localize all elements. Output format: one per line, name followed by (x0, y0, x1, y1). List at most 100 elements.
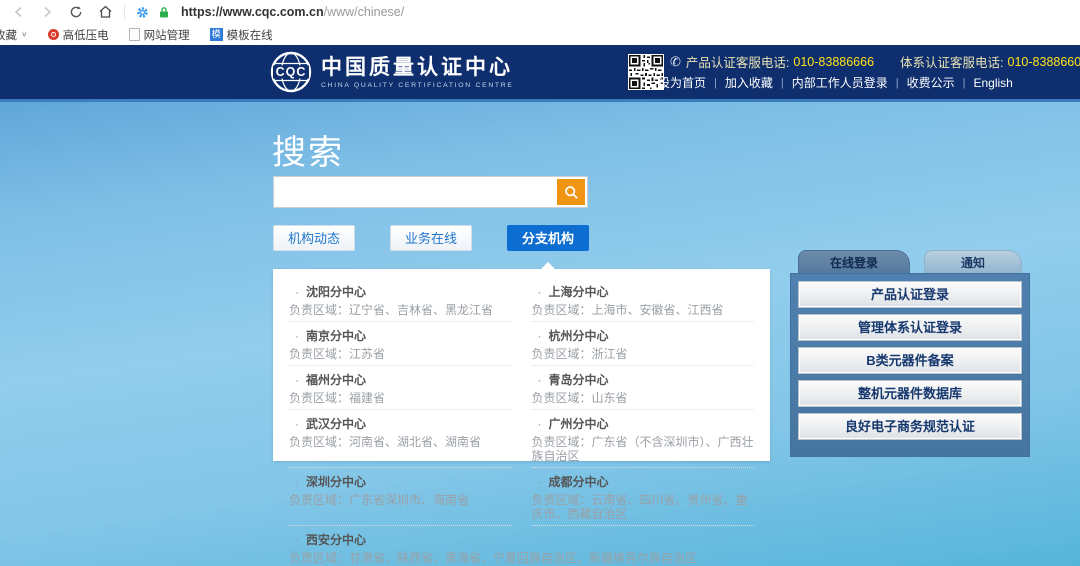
logo-text-block: 中国质量认证中心 CHINA QUALITY CERTIFICATION CEN… (321, 56, 514, 89)
header-link[interactable]: 收费公示 (907, 74, 955, 91)
chevron-down-icon: ∨ (21, 30, 28, 39)
branch-item: · 成都分中心负责区域：云南省、四川省、贵州省、重庆市、西藏自治区 (532, 468, 755, 526)
bookmark-item[interactable]: 高低压电 (48, 27, 109, 43)
branch-name-link[interactable]: 上海分中心 (549, 283, 609, 300)
branch-item: · 上海分中心负责区域：上海市、安徽省、江西省 (532, 278, 755, 322)
header-accent-band (0, 99, 1080, 102)
branch-name-link[interactable]: 沈阳分中心 (306, 283, 366, 300)
divider (124, 5, 125, 19)
branch-name-line: ·西安分中心 (289, 531, 754, 548)
branch-name-line: · 沈阳分中心 (289, 283, 512, 300)
header-link[interactable]: English (974, 76, 1013, 90)
branch-name-link[interactable]: 福州分中心 (306, 371, 366, 388)
sidebar-button[interactable]: B类元器件备案 (798, 347, 1022, 374)
branch-item: ·深圳分中心负责区域：广东省深圳市、海南省 (289, 468, 512, 526)
branch-name-link[interactable]: 武汉分中心 (306, 415, 366, 432)
bullet-icon: · (538, 475, 542, 489)
bullet-icon: · (295, 285, 299, 299)
branch-name-link[interactable]: 青岛分中心 (549, 371, 609, 388)
header-link[interactable]: 内部工作人员登录 (792, 74, 888, 91)
branch-name-link[interactable]: 深圳分中心 (306, 473, 366, 490)
sidebar-button[interactable]: 良好电子商务规范认证 (798, 413, 1022, 440)
branch-name-line: · 广州分中心 (532, 415, 755, 432)
page-icon (129, 28, 140, 41)
sidebar-tab[interactable]: 在线登录 (798, 250, 910, 273)
branch-region: 负责区域：上海市、安徽省、江西省 (532, 303, 755, 317)
sidebar-tab[interactable]: 通知 (924, 250, 1022, 273)
branch-name-line: ·深圳分中心 (289, 473, 512, 490)
bookmark-item[interactable]: 模模板在线 (210, 27, 273, 43)
divider: | (781, 77, 784, 89)
url-domain: https://www.cqc.com.cn (181, 5, 324, 19)
branch-name-link[interactable]: 杭州分中心 (549, 327, 609, 344)
sidebar-button[interactable]: 管理体系认证登录 (798, 314, 1022, 341)
sidebar-button[interactable]: 产品认证登录 (798, 281, 1022, 308)
branch-region: 负责区域：广东省（不含深圳市）、广西壮族自治区 (532, 435, 755, 463)
browser-nav-row: https://www.cqc.com.cn/www/chinese/ (0, 0, 1080, 24)
browser-chrome: https://www.cqc.com.cn/www/chinese/ 收藏 ∨ 高… (0, 0, 1080, 45)
branch-name-line: ·南京分中心 (289, 327, 512, 344)
bullet-icon: · (538, 285, 542, 299)
bullet-icon: · (538, 417, 542, 431)
search-bar (273, 176, 588, 208)
bookmark-item[interactable]: 收藏 ∨ (0, 27, 28, 43)
branch-name-line: · 上海分中心 (532, 283, 755, 300)
red-badge-icon (48, 29, 59, 40)
branch-region: 负责区域：甘肃省、陕西省、青海省、宁夏回族自治区、新疆维吾尔族自治区 (289, 551, 754, 565)
cqc-globe-logo-icon: CQC (270, 51, 312, 93)
branch-list: ·沈阳分中心负责区域：辽宁省、吉林省、黑龙江省·上海分中心负责区域：上海市、安徽… (273, 269, 770, 566)
branch-name-link[interactable]: 成都分中心 (549, 473, 609, 490)
branch-item: ·杭州分中心负责区域：浙江省 (532, 322, 755, 366)
bullet-icon: · (295, 417, 299, 431)
search-tab[interactable]: 分支机构 (507, 225, 589, 251)
branch-name-line: · 武汉分中心 (289, 415, 512, 432)
branch-name-link[interactable]: 南京分中心 (306, 327, 366, 344)
home-icon[interactable] (94, 2, 116, 22)
forward-icon[interactable] (36, 2, 58, 22)
branch-name-link[interactable]: 广州分中心 (549, 415, 609, 432)
search-input[interactable] (278, 179, 554, 205)
header-link[interactable]: 设为首页 (658, 74, 706, 91)
phone2-label: 体系认证客服电话: (900, 52, 1003, 71)
site-name-en: CHINA QUALITY CERTIFICATION CENTRE (321, 82, 514, 89)
url-bar[interactable]: https://www.cqc.com.cn/www/chinese/ (181, 5, 404, 19)
branch-region: 负责区域：云南省、四川省、贵州省、重庆市、西藏自治区 (532, 493, 755, 521)
back-icon[interactable] (7, 2, 29, 22)
branch-region: 负责区域：江苏省 (289, 347, 512, 361)
sidebar-tabs: 在线登录通知 (790, 250, 1030, 273)
phone-icon: ✆ (670, 54, 681, 70)
bookmark-item[interactable]: 网站管理 (129, 27, 190, 43)
site-header: CQC 中国质量认证中心 CHINA QUALITY CERTIFICATION… (0, 45, 1080, 99)
site-settings-gear-icon[interactable] (131, 2, 153, 22)
branch-item: · 广州分中心负责区域：广东省（不含深圳市）、广西壮族自治区 (532, 410, 755, 468)
search-button[interactable] (557, 179, 585, 205)
search-icon (564, 185, 579, 200)
search-tab[interactable]: 机构动态 (273, 225, 355, 251)
main-content: 搜索 机构动态业务在线分支机构 ·沈阳分中心负责区域：辽宁省、吉林省、黑龙江省·… (0, 99, 1080, 566)
bookmarks-bar: 收藏 ∨ 高低压电 网站管理 模模板在线 (0, 24, 1080, 45)
bullet-icon: · (538, 329, 542, 343)
branch-region: 负责区域：河南省、湖北省、湖南省 (289, 435, 512, 449)
search-tabs: 机构动态 业务在线 分支机构 (273, 225, 603, 251)
search-title: 搜索 (272, 125, 344, 174)
branch-item: ·西安分中心负责区域：甘肃省、陕西省、青海省、宁夏回族自治区、新疆维吾尔族自治区 (289, 526, 754, 566)
phone1-label: 产品认证客服电话: (686, 52, 789, 71)
template-badge-icon: 模 (210, 28, 223, 41)
branch-item: ·青岛分中心负责区域：山东省 (532, 366, 755, 410)
branch-name-link[interactable]: 西安分中心 (306, 531, 366, 548)
branch-name-line: · 杭州分中心 (532, 327, 755, 344)
sidebar-button[interactable]: 整机元器件数据库 (798, 380, 1022, 407)
search-tab[interactable]: 业务在线 (390, 225, 472, 251)
divider: | (963, 77, 966, 89)
branch-item: ·南京分中心负责区域：江苏省 (289, 322, 512, 366)
reload-icon[interactable] (65, 2, 87, 22)
bookmark-label: 收藏 (0, 27, 17, 43)
divider: | (896, 77, 899, 89)
login-sidebar: 在线登录通知 产品认证登录管理体系认证登录 B类元器件备案整机元器件数据库良好电子… (790, 250, 1030, 457)
logo-text: CQC (276, 65, 307, 79)
header-links: 设为首页|加入收藏|内部工作人员登录|收费公示|English (658, 74, 1013, 91)
branch-region: 负责区域：广东省深圳市、海南省 (289, 493, 512, 507)
site-logo[interactable]: CQC 中国质量认证中心 CHINA QUALITY CERTIFICATION… (270, 51, 514, 93)
header-link[interactable]: 加入收藏 (725, 74, 773, 91)
bullet-icon: · (295, 373, 299, 387)
